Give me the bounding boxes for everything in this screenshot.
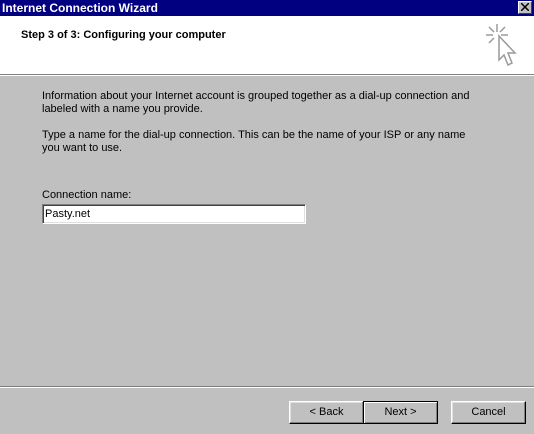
- title-bar[interactable]: Internet Connection Wizard: [0, 0, 534, 16]
- next-button-label: Next >: [384, 406, 417, 418]
- window-title: Internet Connection Wizard: [2, 1, 158, 15]
- instruction-paragraph: Type a name for the dial-up connection. …: [42, 129, 466, 154]
- next-button[interactable]: Next >: [363, 401, 438, 424]
- wizard-header: Step 3 of 3: Configuring your computer: [0, 16, 534, 75]
- back-button[interactable]: < Back: [289, 401, 364, 424]
- cancel-button-label: Cancel: [471, 406, 506, 418]
- wizard-cursor-icon: [486, 24, 517, 67]
- wizard-window: Internet Connection Wizard Step 3 of 3: …: [0, 0, 534, 434]
- footer-separator: [0, 386, 534, 388]
- info-paragraph: Information about your Internet account …: [42, 90, 470, 115]
- back-button-label: < Back: [309, 406, 344, 418]
- step-title: Step 3 of 3: Configuring your computer: [21, 29, 226, 41]
- connection-name-label: Connection name:: [42, 189, 132, 201]
- connection-name-input[interactable]: [42, 204, 306, 224]
- header-divider: [0, 75, 534, 76]
- cancel-button[interactable]: Cancel: [451, 401, 526, 424]
- close-icon: [521, 3, 529, 11]
- close-button[interactable]: [518, 1, 532, 14]
